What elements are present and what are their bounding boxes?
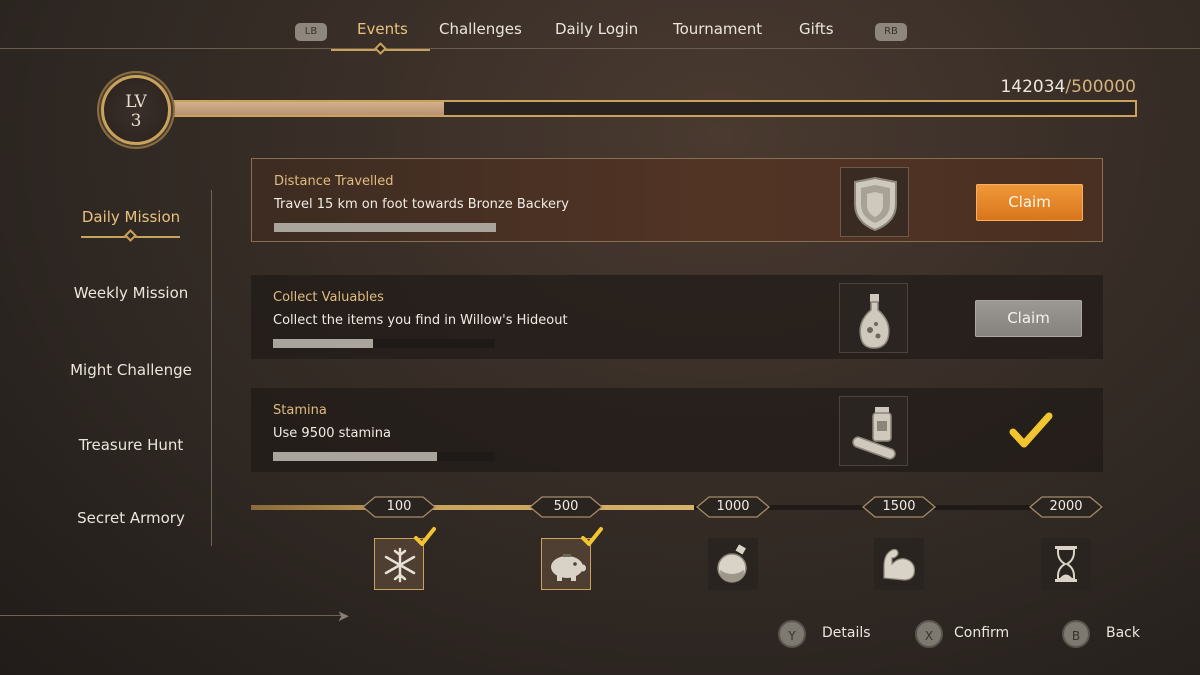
arrow-right-icon: ➤ xyxy=(337,607,350,625)
top-divider xyxy=(0,48,1200,49)
mission-progress-bar xyxy=(274,223,496,232)
hint-label-confirm: Confirm xyxy=(954,625,1010,641)
hint-label-details: Details xyxy=(822,625,871,641)
mission-description: Travel 15 km on foot towards Bronze Back… xyxy=(274,197,569,212)
milestone-value: 100 xyxy=(386,499,412,514)
milestone-value: 1000 xyxy=(716,499,750,514)
milestone-value: 2000 xyxy=(1049,499,1083,514)
milestone-value: 1500 xyxy=(882,499,916,514)
shield-icon xyxy=(840,167,909,237)
b-button-icon[interactable]: B xyxy=(1062,620,1090,648)
mission-title: Stamina xyxy=(273,403,327,418)
sidebar-item-secret-armory[interactable]: Secret Armory xyxy=(0,509,262,527)
potion-flask-icon xyxy=(839,283,908,353)
bottom-left-divider xyxy=(0,615,345,616)
tab-challenges[interactable]: Challenges xyxy=(439,20,522,38)
reward-progress-fill xyxy=(251,505,695,510)
mission-progress-fill xyxy=(274,223,496,232)
milestone-marker-2000: 2000 xyxy=(1028,496,1104,518)
y-button-icon[interactable]: Y xyxy=(778,620,806,648)
mission-progress-fill xyxy=(273,452,438,461)
claimed-checkmark-icon xyxy=(413,526,437,548)
mission-progress-bar xyxy=(273,452,495,461)
milestone-marker-100: 100 xyxy=(361,496,437,518)
bomb-flask-icon[interactable] xyxy=(708,538,758,590)
mission-progress-bar xyxy=(273,339,495,348)
claimed-checkmark-icon xyxy=(580,526,604,548)
hourglass-icon[interactable] xyxy=(1041,538,1091,590)
top-tab-bar: LB Events Challenges Daily Login Tournam… xyxy=(0,0,1200,50)
level-badge: LV 3 xyxy=(101,75,171,145)
completed-checkmark-icon xyxy=(1009,412,1053,448)
xp-counter: 142034/500000 xyxy=(1000,77,1136,97)
lb-bumper-button[interactable]: LB xyxy=(295,23,327,41)
mission-card-distance-travelled[interactable]: Distance Travelled Travel 15 km on foot … xyxy=(251,158,1103,242)
level-value: 3 xyxy=(130,111,142,131)
level-label: LV xyxy=(125,92,147,112)
sidebar-item-weekly-mission[interactable]: Weekly Mission xyxy=(0,284,262,302)
milestone-marker-500: 500 xyxy=(528,496,604,518)
xp-progress-fill xyxy=(170,102,445,115)
mission-description: Use 9500 stamina xyxy=(273,426,391,441)
mission-card-stamina[interactable]: Stamina Use 9500 stamina xyxy=(251,388,1103,472)
milestone-marker-1000: 1000 xyxy=(695,496,771,518)
sidebar-item-daily-mission[interactable]: Daily Mission xyxy=(0,208,262,226)
mission-card-collect-valuables[interactable]: Collect Valuables Collect the items you … xyxy=(251,275,1103,359)
xp-max: 500000 xyxy=(1071,77,1136,97)
claim-button[interactable]: Claim xyxy=(976,184,1083,221)
tab-events[interactable]: Events xyxy=(357,20,408,38)
sidebar-item-might-challenge[interactable]: Might Challenge xyxy=(0,361,262,379)
mission-title: Distance Travelled xyxy=(274,174,394,189)
x-button-icon[interactable]: X xyxy=(915,620,943,648)
milestone-value: 500 xyxy=(553,499,579,514)
tab-daily-login[interactable]: Daily Login xyxy=(555,20,638,38)
mission-description: Collect the items you find in Willow's H… xyxy=(273,313,568,328)
mission-title: Collect Valuables xyxy=(273,290,384,305)
xp-progress-bar xyxy=(168,100,1137,117)
claim-button-disabled[interactable]: Claim xyxy=(975,300,1082,337)
tab-tournament[interactable]: Tournament xyxy=(673,20,762,38)
scroll-bottle-icon xyxy=(839,396,908,466)
xp-current: 142034 xyxy=(1000,77,1066,97)
sidebar-item-treasure-hunt[interactable]: Treasure Hunt xyxy=(0,436,262,454)
flexed-arm-icon[interactable] xyxy=(874,538,924,590)
mission-progress-fill xyxy=(273,339,373,348)
rb-bumper-button[interactable]: RB xyxy=(875,23,907,41)
milestone-marker-1500: 1500 xyxy=(861,496,937,518)
tab-gifts[interactable]: Gifts xyxy=(799,20,834,38)
hint-label-back: Back xyxy=(1106,625,1140,641)
